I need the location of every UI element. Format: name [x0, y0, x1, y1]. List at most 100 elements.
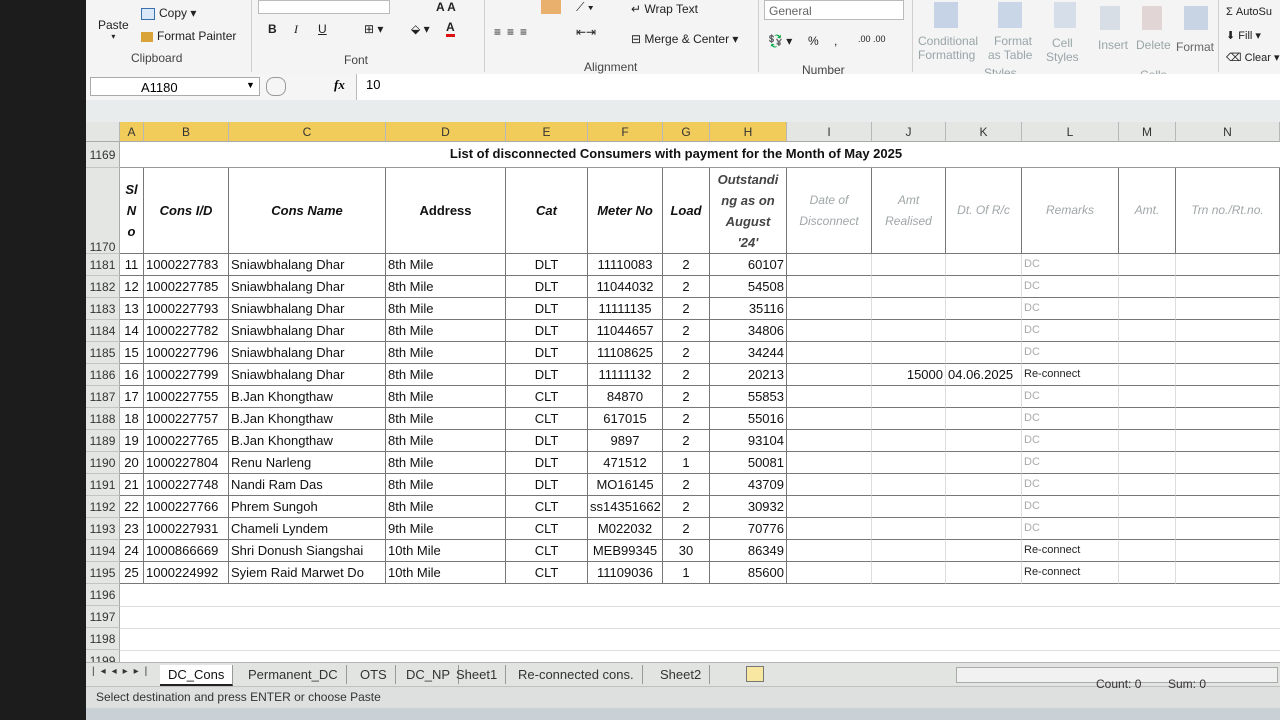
sheet-tab-sheet1[interactable]: Sheet1 [448, 665, 507, 684]
cell-out[interactable]: 43709 [710, 474, 787, 496]
cell-empty[interactable] [787, 474, 872, 496]
cell-amt[interactable] [872, 430, 946, 452]
cell-name[interactable]: Phrem Sungoh [229, 496, 386, 518]
cell-sl[interactable]: 17 [120, 386, 144, 408]
cell-rem[interactable]: DC [1022, 408, 1119, 430]
cell-out[interactable]: 30932 [710, 496, 787, 518]
cell-id[interactable]: 1000227796 [144, 342, 229, 364]
cell-addr[interactable]: 8th Mile [386, 342, 506, 364]
cell-sl[interactable]: 13 [120, 298, 144, 320]
column-header-n[interactable]: N [1176, 122, 1280, 142]
row-header[interactable]: 1197 [86, 606, 120, 628]
cell-rem[interactable]: DC [1022, 496, 1119, 518]
cell-out[interactable]: 70776 [710, 518, 787, 540]
cell-sl[interactable]: 23 [120, 518, 144, 540]
cell-dt[interactable] [946, 474, 1022, 496]
cell-rem[interactable]: Re-connect [1022, 364, 1119, 386]
cell-meter[interactable]: 84870 [588, 386, 663, 408]
cell-dt[interactable] [946, 386, 1022, 408]
format-as-table-label[interactable]: Format [994, 34, 1032, 48]
cell-cat[interactable]: DLT [506, 298, 588, 320]
header-trn[interactable]: Trn no./Rt.no. [1176, 168, 1280, 254]
header-meter[interactable]: Meter No [588, 168, 663, 254]
cell-id[interactable]: 1000227757 [144, 408, 229, 430]
decimal-icons[interactable]: .00 .00 [858, 34, 886, 44]
row-header[interactable]: 1185 [86, 342, 120, 364]
paste-button[interactable]: Paste ▾ [98, 18, 129, 41]
cell-load[interactable]: 2 [663, 276, 710, 298]
cell-addr[interactable]: 10th Mile [386, 562, 506, 584]
conditional-formatting-icon[interactable] [934, 2, 958, 28]
cell-empty[interactable] [1176, 474, 1280, 496]
cell-out[interactable]: 35116 [710, 298, 787, 320]
font-size-icon[interactable]: A A [436, 0, 456, 14]
cell-out[interactable]: 60107 [710, 254, 787, 276]
row-header[interactable]: 1169 [86, 142, 120, 168]
comma-button[interactable]: , [834, 34, 837, 48]
insert-icon[interactable] [1100, 6, 1120, 30]
row-header[interactable]: 1184 [86, 320, 120, 342]
cell-empty[interactable] [787, 518, 872, 540]
cell-cat[interactable]: CLT [506, 562, 588, 584]
cell-empty[interactable] [1119, 408, 1176, 430]
cell-meter[interactable]: MEB99345 [588, 540, 663, 562]
cell-amt[interactable] [872, 342, 946, 364]
cell-amt[interactable] [872, 254, 946, 276]
column-header-m[interactable]: M [1119, 122, 1176, 142]
cell-empty[interactable] [1119, 276, 1176, 298]
cell-rem[interactable]: DC [1022, 386, 1119, 408]
format-painter-button[interactable]: Format Painter [141, 29, 236, 43]
new-sheet-icon[interactable] [746, 666, 764, 682]
cell-empty[interactable] [787, 320, 872, 342]
cell-sl[interactable]: 14 [120, 320, 144, 342]
row-header[interactable]: 1182 [86, 276, 120, 298]
cell-empty[interactable] [787, 364, 872, 386]
column-header-d[interactable]: D [386, 122, 506, 142]
cell-amt[interactable] [872, 276, 946, 298]
cell-cat[interactable]: DLT [506, 276, 588, 298]
cell-addr[interactable]: 8th Mile [386, 496, 506, 518]
cell-dt[interactable]: 04.06.2025 [946, 364, 1022, 386]
cell-rem[interactable]: DC [1022, 430, 1119, 452]
column-header-c[interactable]: C [229, 122, 386, 142]
empty-row[interactable] [120, 628, 1280, 651]
spreadsheet-grid[interactable]: ABCDEFGHIJKLMN 1169 List of disconnected … [86, 122, 1280, 673]
fill-button[interactable]: ⬇ Fill ▾ [1226, 29, 1261, 42]
cell-load[interactable]: 1 [663, 562, 710, 584]
cell-name[interactable]: Sniawbhalang Dhar [229, 342, 386, 364]
fill-color-icon[interactable]: ⬙ ▾ [411, 22, 430, 36]
clear-button[interactable]: ⌫ Clear ▾ [1226, 51, 1280, 64]
cell-amt[interactable] [872, 540, 946, 562]
row-header[interactable]: 1191 [86, 474, 120, 496]
cell-dt[interactable] [946, 562, 1022, 584]
cell-amt[interactable] [872, 298, 946, 320]
cell-dt[interactable] [946, 518, 1022, 540]
cell-sl[interactable]: 20 [120, 452, 144, 474]
cell-addr[interactable]: 8th Mile [386, 254, 506, 276]
row-header[interactable]: 1187 [86, 386, 120, 408]
column-header-g[interactable]: G [663, 122, 710, 142]
cell-sl[interactable]: 22 [120, 496, 144, 518]
cell-cat[interactable]: CLT [506, 408, 588, 430]
tab-nav-arrows[interactable]: |◂◂▸▸| [92, 666, 153, 677]
cell-dt[interactable] [946, 254, 1022, 276]
merge-center-button[interactable]: ⊟ Merge & Center ▾ [631, 32, 738, 46]
cell-name[interactable]: Sniawbhalang Dhar [229, 276, 386, 298]
name-box[interactable]: A1180 [90, 77, 260, 96]
header-amt-realised[interactable]: Amt Realised [872, 168, 946, 254]
cell-name[interactable]: Sniawbhalang Dhar [229, 298, 386, 320]
cell-name[interactable]: Nandi Ram Das [229, 474, 386, 496]
cell-out[interactable]: 54508 [710, 276, 787, 298]
cell-load[interactable]: 2 [663, 364, 710, 386]
cell-empty[interactable] [1119, 342, 1176, 364]
row-header[interactable]: 1186 [86, 364, 120, 386]
cell-empty[interactable] [1119, 496, 1176, 518]
cell-load[interactable]: 2 [663, 386, 710, 408]
row-header[interactable]: 1183 [86, 298, 120, 320]
header-outstanding[interactable]: Outstandi ng as on August '24' [710, 168, 787, 254]
cell-id[interactable]: 1000227766 [144, 496, 229, 518]
fx-button[interactable]: fx [334, 77, 345, 93]
cell-meter[interactable]: 9897 [588, 430, 663, 452]
cell-name[interactable]: Syiem Raid Marwet Do [229, 562, 386, 584]
cell-load[interactable]: 2 [663, 342, 710, 364]
